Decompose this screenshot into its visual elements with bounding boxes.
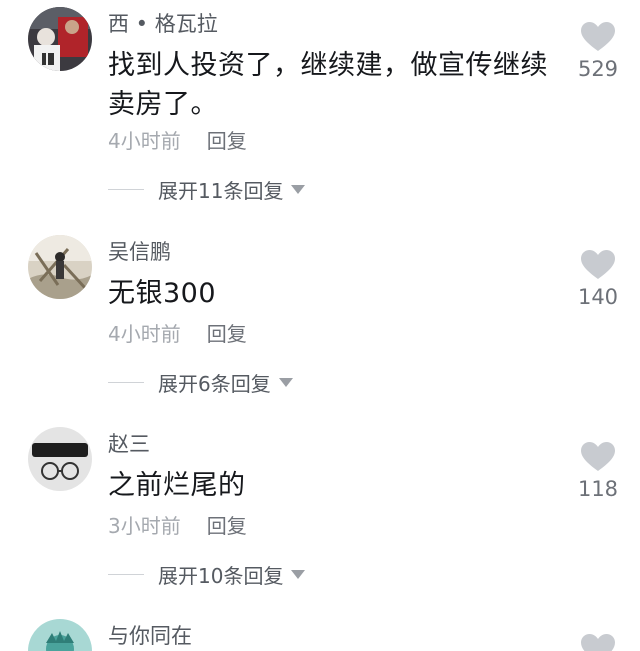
- avatar-image: [28, 7, 92, 71]
- timestamp: 4小时前: [108, 322, 181, 346]
- username[interactable]: 与你同在: [108, 622, 192, 650]
- timestamp: 4小时前: [108, 129, 181, 153]
- comment-text: 无银300: [108, 278, 217, 309]
- username[interactable]: 赵三: [108, 430, 150, 458]
- like-button[interactable]: 118: [572, 442, 624, 502]
- comment-meta: 4小时前 回复: [108, 127, 247, 155]
- like-button[interactable]: 140: [572, 250, 624, 310]
- reply-button[interactable]: 回复: [207, 129, 247, 153]
- comment-list: 西 • 格瓦拉 找到人投资了，继续建，做宣传继续卖房了。 4小时前 回复 展开11…: [0, 0, 640, 651]
- comment-item: 赵三 之前烂尾的 3小时前 回复 展开10条回复 118: [0, 420, 640, 600]
- expand-replies-button[interactable]: 展开6条回复: [108, 368, 293, 396]
- caret-down-icon: [278, 377, 293, 387]
- comment-item: 西 • 格瓦拉 找到人投资了，继续建，做宣传继续卖房了。 4小时前 回复 展开11…: [0, 0, 640, 215]
- like-count: 140: [577, 285, 619, 309]
- comment-text: 找到人投资了，继续建，做宣传继续卖房了。: [108, 50, 548, 120]
- avatar[interactable]: [28, 7, 92, 71]
- heart-icon: [581, 250, 615, 279]
- divider-line: [108, 573, 144, 575]
- avatar[interactable]: [28, 235, 92, 299]
- expand-replies-label: 展开11条回复: [158, 178, 284, 203]
- expand-replies-button[interactable]: 展开10条回复: [108, 560, 306, 588]
- heart-icon: [581, 634, 615, 651]
- avatar-image: [28, 427, 92, 491]
- avatar[interactable]: [28, 427, 92, 491]
- like-count: 118: [577, 477, 619, 501]
- username[interactable]: 西 • 格瓦拉: [108, 10, 218, 38]
- comment-item: 与你同在: [0, 612, 640, 651]
- avatar-image: [28, 235, 92, 299]
- divider-line: [108, 188, 144, 190]
- divider-line: [108, 381, 144, 383]
- like-button[interactable]: [572, 634, 624, 651]
- comment-item: 吴信鹏 无银300 4小时前 回复 展开6条回复 140: [0, 228, 640, 408]
- like-button[interactable]: 529: [572, 22, 624, 82]
- comment-text: 之前烂尾的: [108, 470, 246, 501]
- like-count: 529: [577, 57, 619, 81]
- caret-down-icon: [291, 184, 306, 194]
- reply-button[interactable]: 回复: [207, 514, 247, 538]
- expand-replies-label: 展开10条回复: [158, 563, 284, 588]
- expand-replies-label: 展开6条回复: [158, 371, 271, 396]
- caret-down-icon: [291, 569, 306, 579]
- reply-button[interactable]: 回复: [207, 322, 247, 346]
- username[interactable]: 吴信鹏: [108, 238, 171, 266]
- heart-icon: [581, 442, 615, 471]
- comment-meta: 3小时前 回复: [108, 512, 247, 540]
- comment-meta: 4小时前 回复: [108, 320, 247, 348]
- timestamp: 3小时前: [108, 514, 181, 538]
- heart-icon: [581, 22, 615, 51]
- avatar-image: [28, 619, 92, 651]
- avatar[interactable]: [28, 619, 92, 651]
- expand-replies-button[interactable]: 展开11条回复: [108, 175, 306, 203]
